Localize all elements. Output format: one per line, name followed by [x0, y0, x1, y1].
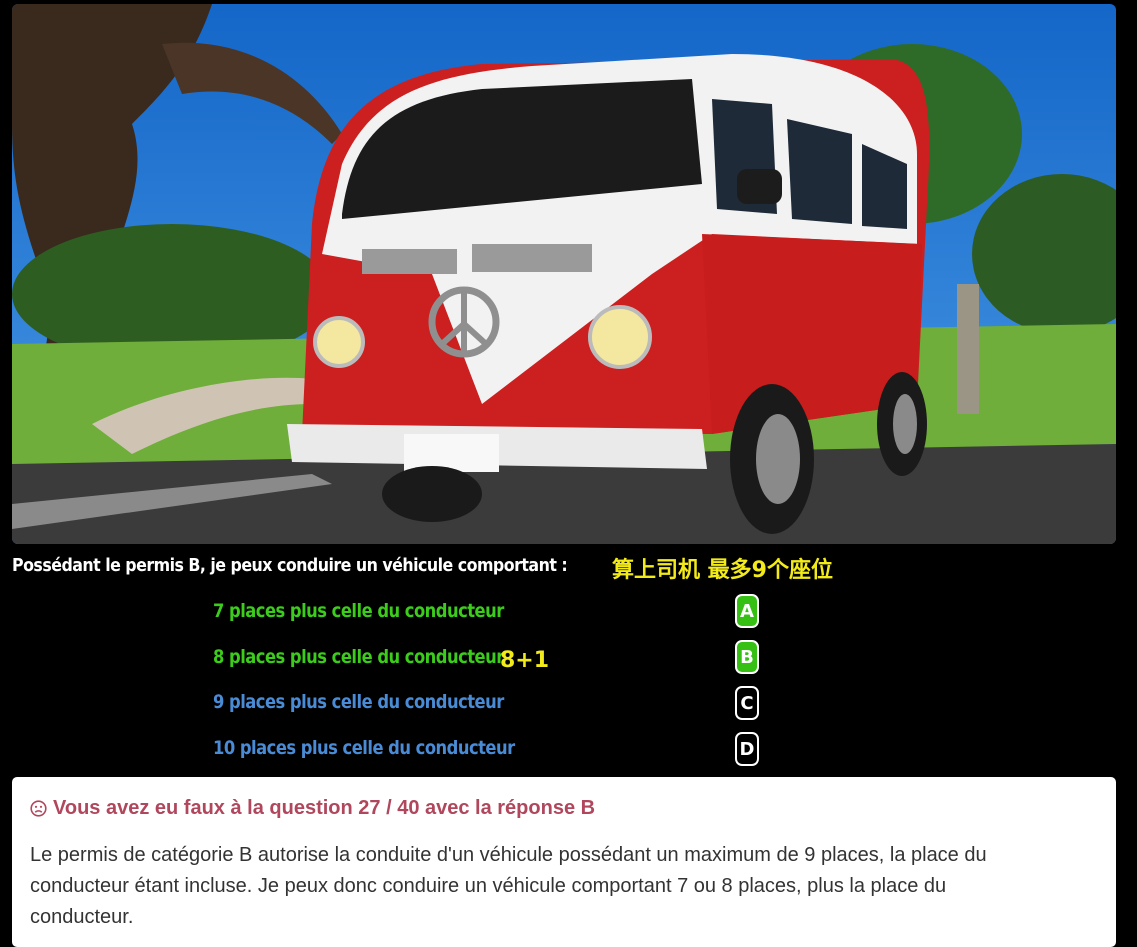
sad-face-icon	[30, 800, 47, 817]
answer-b-annotation: 8+1	[500, 648, 550, 673]
feedback-explanation: Le permis de catégorie B autorise la con…	[30, 844, 987, 928]
answer-c-text: 9 places plus celle du conducteur	[213, 691, 504, 713]
question-photo	[12, 4, 1116, 544]
answer-d-button[interactable]: D	[735, 732, 759, 766]
feedback-title-row: Vous avez eu faux à la question 27 / 40 …	[30, 797, 1098, 820]
answer-c-button[interactable]: C	[735, 686, 759, 720]
camper-van-illustration	[12, 4, 1116, 544]
answer-b-text: 8 places plus celle du conducteur	[213, 646, 504, 668]
feedback-title: Vous avez eu faux à la question 27 / 40 …	[53, 797, 596, 819]
question-annotation: 算上司机 最多9个座位	[612, 558, 833, 583]
question-text: Possédant le permis B, je peux conduire …	[12, 555, 568, 576]
answer-d-text: 10 places plus celle du conducteur	[213, 737, 515, 759]
answer-b-button[interactable]: B	[735, 640, 759, 674]
answer-a-button[interactable]: A	[735, 594, 759, 628]
feedback-card: Vous avez eu faux à la question 27 / 40 …	[12, 777, 1116, 947]
answer-a-text: 7 places plus celle du conducteur	[213, 600, 504, 622]
